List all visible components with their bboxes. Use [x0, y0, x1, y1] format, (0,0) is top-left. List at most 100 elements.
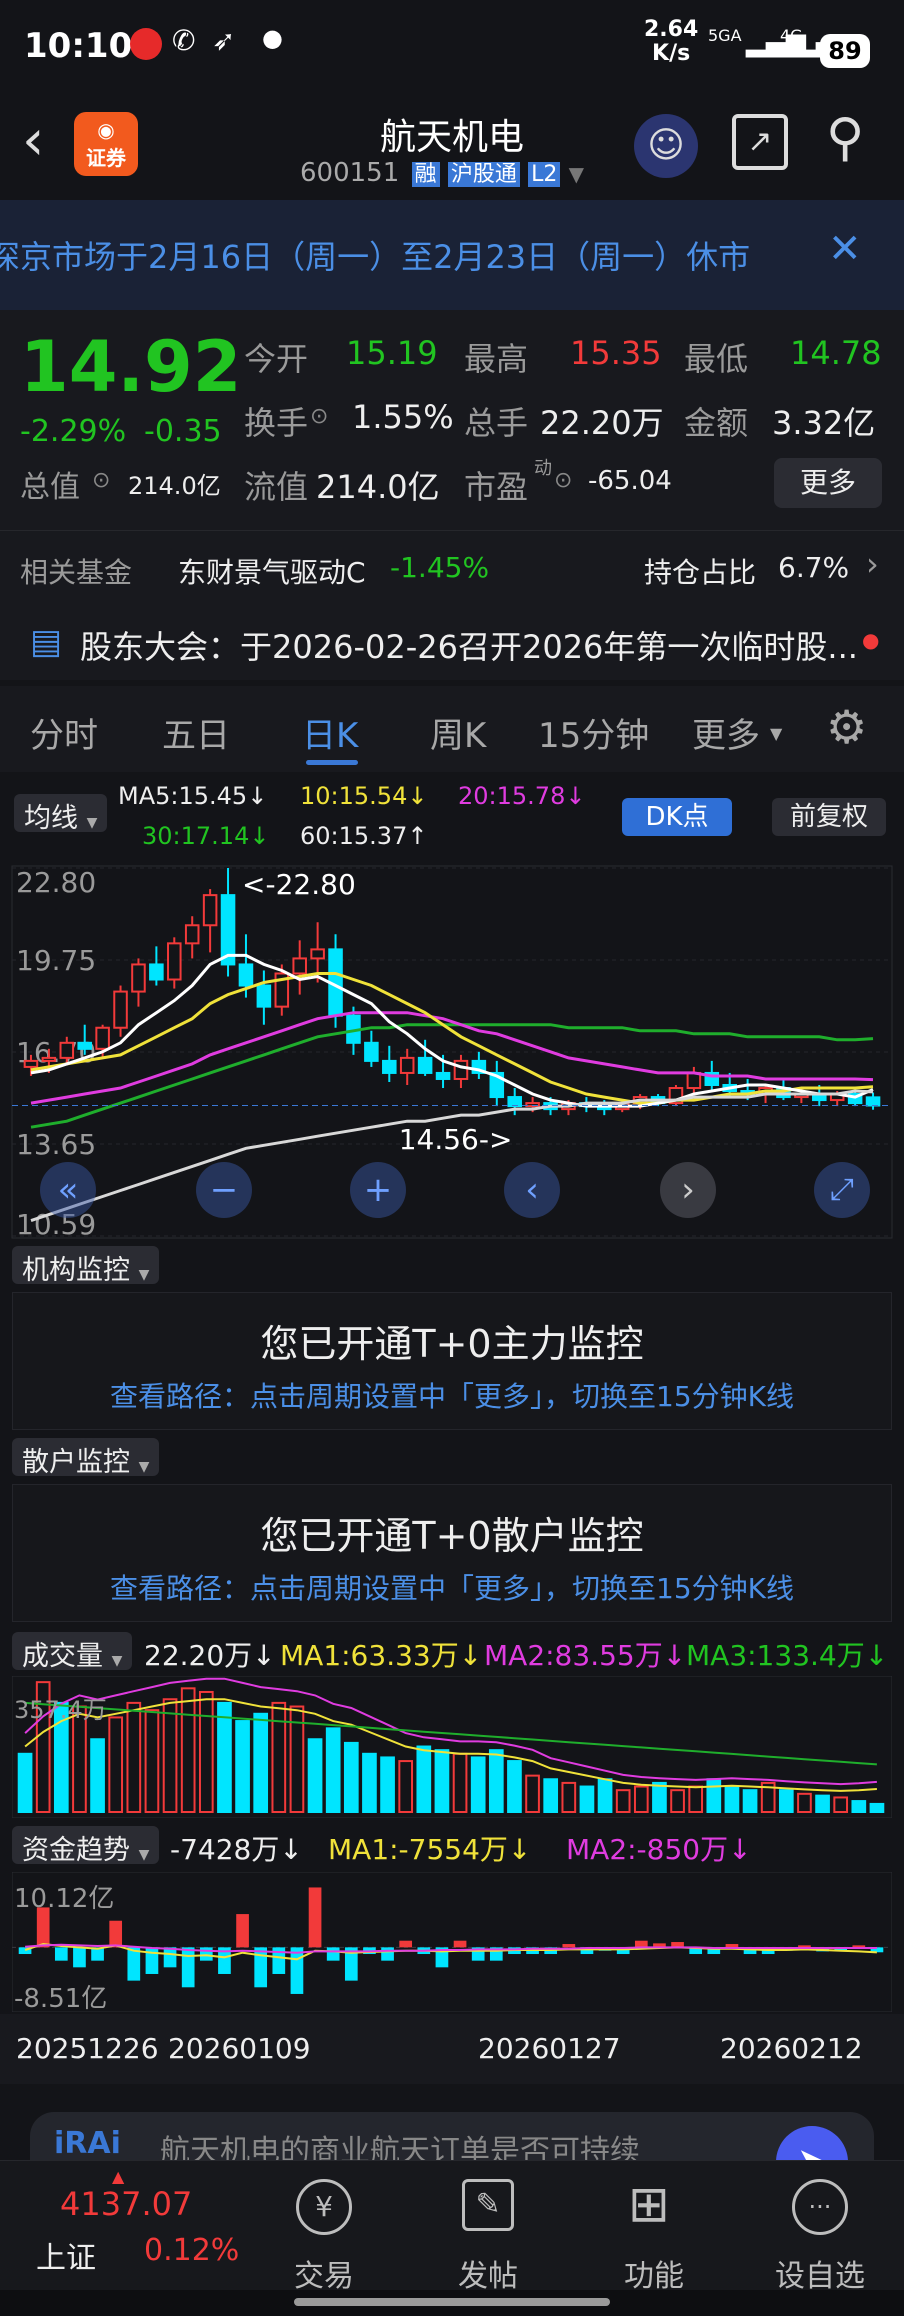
ma-selector[interactable]: 均线 ▼: [14, 794, 108, 834]
fund-trend-bar: [381, 1947, 394, 1961]
volume-chart[interactable]: [12, 1676, 892, 1818]
fund-trend-dropdown[interactable]: 资金趋势 ▼: [12, 1826, 160, 1866]
fund-trend-bar: [562, 1944, 576, 1948]
fund-trend-bar: [109, 1920, 123, 1948]
volume-bar: [452, 1752, 468, 1813]
fund-trend-bar: [236, 1914, 249, 1948]
volume-value: 22.20万: [540, 404, 664, 442]
retail-monitor-dropdown[interactable]: 散户监控 ▼: [12, 1438, 160, 1478]
date-tick-label: 20260212: [720, 2032, 863, 2065]
tab-5day[interactable]: 五日: [162, 708, 230, 757]
zoom-out-icon[interactable]: −: [196, 1162, 252, 1218]
tab-15min[interactable]: 15分钟: [538, 708, 649, 757]
notice-row[interactable]: ▤ 股东大会：于2026-02-26召开2026年第一次临时股... ●: [0, 604, 904, 680]
pe-value: -65.04: [588, 466, 672, 496]
fund-trend-bar: [453, 1940, 467, 1948]
robot-avatar-icon[interactable]: ☺: [634, 114, 698, 178]
nav-post[interactable]: ✎ 发帖: [428, 2161, 548, 2294]
index-widget[interactable]: ▲ 4137.07 上证 0.12%: [0, 2161, 250, 2291]
dk-point-button[interactable]: DK点: [622, 798, 732, 836]
hold-label: 持仓占比: [644, 556, 757, 589]
adjust-button[interactable]: 前复权: [772, 798, 886, 836]
candle-body: [364, 1041, 379, 1062]
send-icon: ➶: [212, 24, 236, 57]
volume-bar: [17, 1752, 33, 1813]
volume-bar: [253, 1712, 269, 1813]
volume-bar: [325, 1727, 341, 1814]
fund-trend-frame: [12, 1872, 892, 2012]
candle-body: [184, 924, 200, 945]
low-label: 最低: [684, 340, 749, 378]
candle-body: [131, 963, 146, 993]
ma30-legend: 30:17.14↓: [142, 822, 270, 850]
net-speed: 2.64: [644, 17, 699, 42]
volume-bar: [797, 1792, 812, 1813]
candle-body: [167, 942, 182, 981]
nav-functions[interactable]: ⊞ 功能: [594, 2161, 714, 2294]
candle-body: [256, 984, 272, 1008]
status-time: 10:10: [24, 26, 133, 66]
period-tabs: 分时 五日 日K 周K 15分钟 更多 ▼ ⚙: [0, 686, 904, 772]
more-button[interactable]: 更多: [774, 458, 882, 508]
adjust-label: 前复权: [789, 802, 868, 832]
kline-chart[interactable]: 22.8019.7516.7013.6510.59 <-22.8014.56->: [0, 858, 904, 1246]
candle-body: [507, 1096, 522, 1108]
fund-trend-bar: [73, 1947, 86, 1968]
nav-functions-label: 功能: [624, 2259, 684, 2294]
fund-label: 相关基金: [20, 556, 133, 589]
fund-trend-bar: [326, 1947, 340, 1961]
volume-bar: [851, 1800, 867, 1814]
mcap-value: 214.0亿: [128, 472, 221, 500]
fund-trend-label: 资金趋势: [22, 1835, 130, 1866]
nav-add-watchlist[interactable]: ··· 设自选: [760, 2161, 880, 2294]
scroll-left-icon[interactable]: «: [40, 1162, 96, 1218]
volume-bar: [180, 1687, 196, 1814]
tab-daily-k[interactable]: 日K: [302, 708, 358, 757]
info-icon[interactable]: ⊙: [554, 468, 572, 493]
tab-weekly-k[interactable]: 周K: [430, 708, 486, 757]
related-fund-row[interactable]: 相关基金 东财景气驱动C -1.45% 持仓占比 6.7% ›: [0, 530, 904, 604]
ma20-legend: 20:15.78↓: [458, 782, 586, 810]
retail-monitor-panel[interactable]: 您已开通T+0散户监控 查看路径：点击周期设置中「更多」，切换至15分钟K线: [12, 1484, 892, 1622]
nav-trade[interactable]: ¥ 交易: [264, 2161, 384, 2294]
fund-trend-chart[interactable]: [12, 1872, 892, 2012]
ai-banner[interactable]: iRAi 航天机电的商业航天订单是否可持续 ➤: [30, 2112, 874, 2160]
settings-icon[interactable]: ⚙: [826, 700, 867, 754]
tab-minute[interactable]: 分时: [30, 708, 98, 757]
fund-name: 东财景气驱动C: [178, 556, 366, 589]
fund-trend-bar: [634, 1940, 648, 1948]
candle-body: [686, 1071, 702, 1090]
expand-icon[interactable]: ⤢: [814, 1162, 870, 1218]
send-arrow-icon[interactable]: ➤: [776, 2126, 848, 2160]
date-axis: 20251226 20260109 20260127 20260212: [0, 2014, 904, 2084]
tab-more[interactable]: 更多: [692, 708, 760, 757]
zoom-in-icon[interactable]: +: [350, 1162, 406, 1218]
caret-icon: ▼: [111, 1653, 123, 1669]
info-icon[interactable]: ⊙: [310, 404, 328, 429]
info-icon[interactable]: ⊙: [92, 468, 110, 493]
volume-dropdown[interactable]: 成交量 ▼: [12, 1632, 133, 1672]
step-right-icon[interactable]: ›: [660, 1162, 716, 1218]
fund-trend-current: -7428万↓: [170, 1833, 303, 1866]
dropdown-caret-icon[interactable]: ▼: [569, 162, 584, 186]
search-icon[interactable]: ⚲: [826, 108, 864, 168]
close-icon[interactable]: ✕: [828, 226, 862, 272]
index-value: 4137.07: [60, 2185, 193, 2223]
fund-trend-bar: [290, 1947, 304, 1994]
retail-monitor-label: 散户监控: [22, 1447, 130, 1478]
caret-icon: ▼: [138, 1267, 150, 1283]
nav-trade-label: 交易: [294, 2259, 354, 2294]
step-left-icon[interactable]: ‹: [504, 1162, 560, 1218]
pe-dynamic-mark: 动: [534, 458, 552, 479]
fund-trend-bar: [54, 1947, 68, 1961]
price-change-pct: -2.29%: [20, 414, 127, 449]
turnover-label: 换手: [244, 404, 309, 442]
share-icon[interactable]: ↗: [732, 114, 788, 170]
volume-bar: [525, 1774, 540, 1813]
inst-monitor-dropdown[interactable]: 机构监控 ▼: [12, 1246, 160, 1286]
notice-marquee[interactable]: 深京市场于2月16日（周一）至2月23日（周一）休市 ✕: [0, 200, 904, 310]
inst-monitor-panel[interactable]: 您已开通T+0主力监控 查看路径：点击周期设置中「更多」，切换至15分钟K线: [12, 1292, 892, 1430]
nav-add-watchlist-label: 设自选: [775, 2259, 865, 2294]
candle-body: [382, 1059, 397, 1074]
ma-selector-label: 均线: [24, 803, 78, 834]
